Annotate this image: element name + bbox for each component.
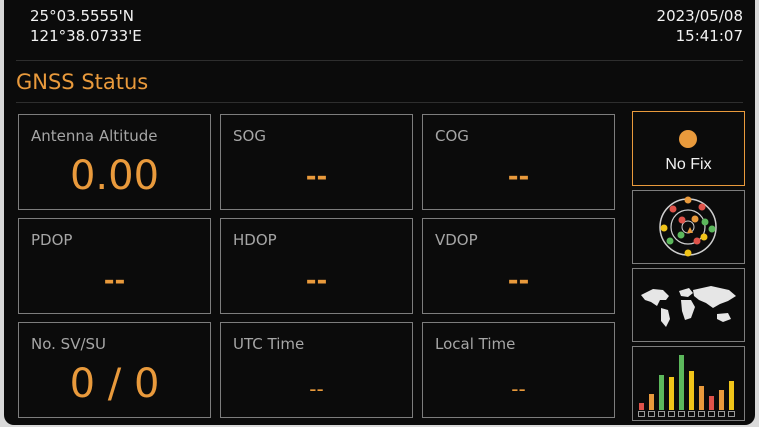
tile-utc-time: UTC Time --: [220, 322, 413, 418]
signal-strength-icon: [638, 355, 735, 417]
tile-value: --: [511, 377, 526, 401]
date: 2023/05/08: [656, 7, 743, 25]
tile-cog: COG --: [422, 114, 615, 210]
tile-local-time: Local Time --: [422, 322, 615, 418]
fix-indicator-icon: [679, 130, 697, 148]
position-readout: 25°03.5555'N 121°38.0733'E: [30, 6, 142, 46]
tile-value: 0 / 0: [69, 361, 160, 407]
longitude: 121°38.0733'E: [30, 27, 142, 45]
tile-hdop: HDOP --: [220, 218, 413, 314]
tile-value: --: [507, 266, 530, 296]
tile-label: HDOP: [233, 231, 277, 249]
header-divider: [16, 60, 743, 61]
datetime-readout: 2023/05/08 15:41:07: [657, 6, 743, 46]
fix-status-button[interactable]: No Fix: [632, 111, 745, 186]
world-map-button[interactable]: [632, 268, 745, 342]
world-map-icon: [641, 286, 736, 327]
tile-label: Antenna Altitude: [31, 127, 158, 145]
tile-value: --: [103, 266, 126, 296]
tile-label: No. SV/SU: [31, 335, 107, 353]
gnss-screen: 25°03.5555'N 121°38.0733'E 2023/05/08 15…: [4, 0, 755, 425]
tile-value: --: [309, 377, 324, 401]
sky-view-button[interactable]: [632, 190, 745, 264]
tile-value: --: [305, 162, 328, 192]
tile-vdop: VDOP --: [422, 218, 615, 314]
page-title: GNSS Status: [16, 70, 149, 94]
tile-pdop: PDOP --: [18, 218, 211, 314]
tile-label: COG: [435, 127, 469, 145]
sky-view-icon: [659, 196, 717, 257]
signal-strength-button[interactable]: [632, 346, 745, 421]
tile-no-sv-su: No. SV/SU 0 / 0: [18, 322, 211, 418]
tile-sog: SOG --: [220, 114, 413, 210]
tile-value: --: [507, 162, 530, 192]
time: 15:41:07: [675, 27, 743, 45]
tile-value: 0.00: [69, 153, 160, 199]
tile-label: Local Time: [435, 335, 516, 353]
tile-label: PDOP: [31, 231, 73, 249]
fix-status-label: No Fix: [665, 156, 712, 173]
tile-label: UTC Time: [233, 335, 305, 353]
tile-label: SOG: [233, 127, 266, 145]
tile-label: VDOP: [435, 231, 478, 249]
tile-antenna-altitude: Antenna Altitude 0.00: [18, 114, 211, 210]
title-divider: [16, 102, 743, 103]
latitude: 25°03.5555'N: [30, 7, 134, 25]
tile-value: --: [305, 266, 328, 296]
